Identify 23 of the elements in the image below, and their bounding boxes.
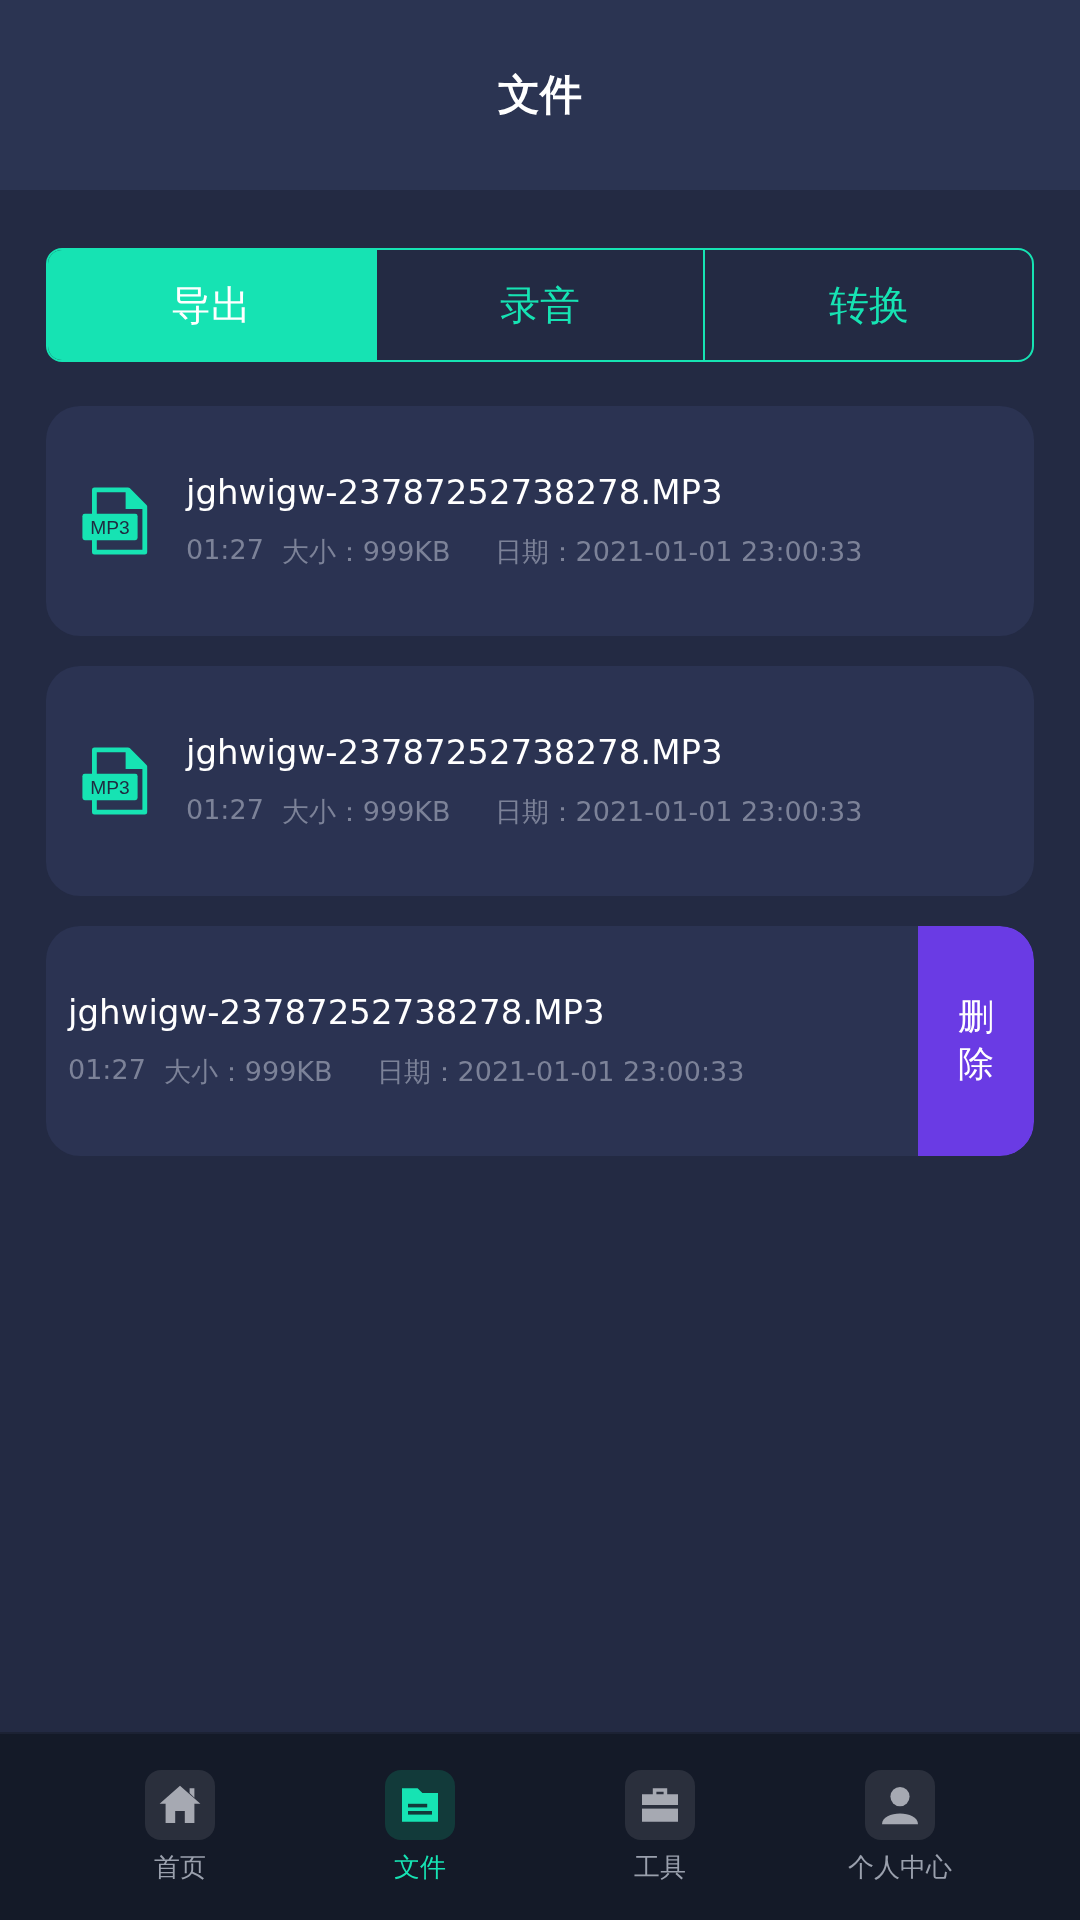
- size-text: 大小：999KB: [163, 1055, 333, 1089]
- page-title: 文件: [498, 69, 582, 121]
- nav-tab[interactable]: 工具: [540, 1734, 780, 1920]
- duration-text: 01:27: [186, 794, 264, 827]
- size-text: 大小：999KB: [281, 795, 451, 829]
- nav-tab[interactable]: 个人中心: [780, 1734, 1020, 1920]
- file-card[interactable]: MP3 jghwigw-23787252738278.MP3 01:27 大小：999KB 日期：2021-01-01 23:00:33: [46, 406, 1034, 636]
- date-text: 日期：2021-01-01 23:00:33: [494, 795, 863, 829]
- date-text: 日期：2021-01-01 23:00:33: [494, 535, 863, 569]
- size-text: 大小：999KB: [281, 535, 451, 569]
- file-card[interactable]: MP3 jghwigw-23787252738278.MP3 01:27 大小：999KB 日期：2021-01-01 23:00:33: [46, 666, 1034, 896]
- nav-tab[interactable]: 文件: [300, 1734, 540, 1920]
- file-name: jghwigw-23787252738278.MP3: [186, 472, 724, 512]
- date-text: 日期：2021-01-01 23:00:33: [376, 1055, 745, 1089]
- file-card[interactable]: jghwigw-23787252738278.MP3 01:27 大小：999KB 日期：2021-01-01 23:00:33 删除: [46, 926, 1034, 1156]
- tab[interactable]: 转换: [703, 250, 1032, 360]
- nav-tab[interactable]: 首页: [60, 1734, 300, 1920]
- tab[interactable]: 录音: [374, 250, 704, 360]
- file-name: jghwigw-23787252738278.MP3: [68, 992, 606, 1032]
- delete-button[interactable]: 删除: [918, 926, 1034, 1156]
- duration-text: 01:27: [68, 1054, 146, 1087]
- duration-text: 01:27: [186, 534, 264, 567]
- file-name: jghwigw-23787252738278.MP3: [186, 732, 724, 772]
